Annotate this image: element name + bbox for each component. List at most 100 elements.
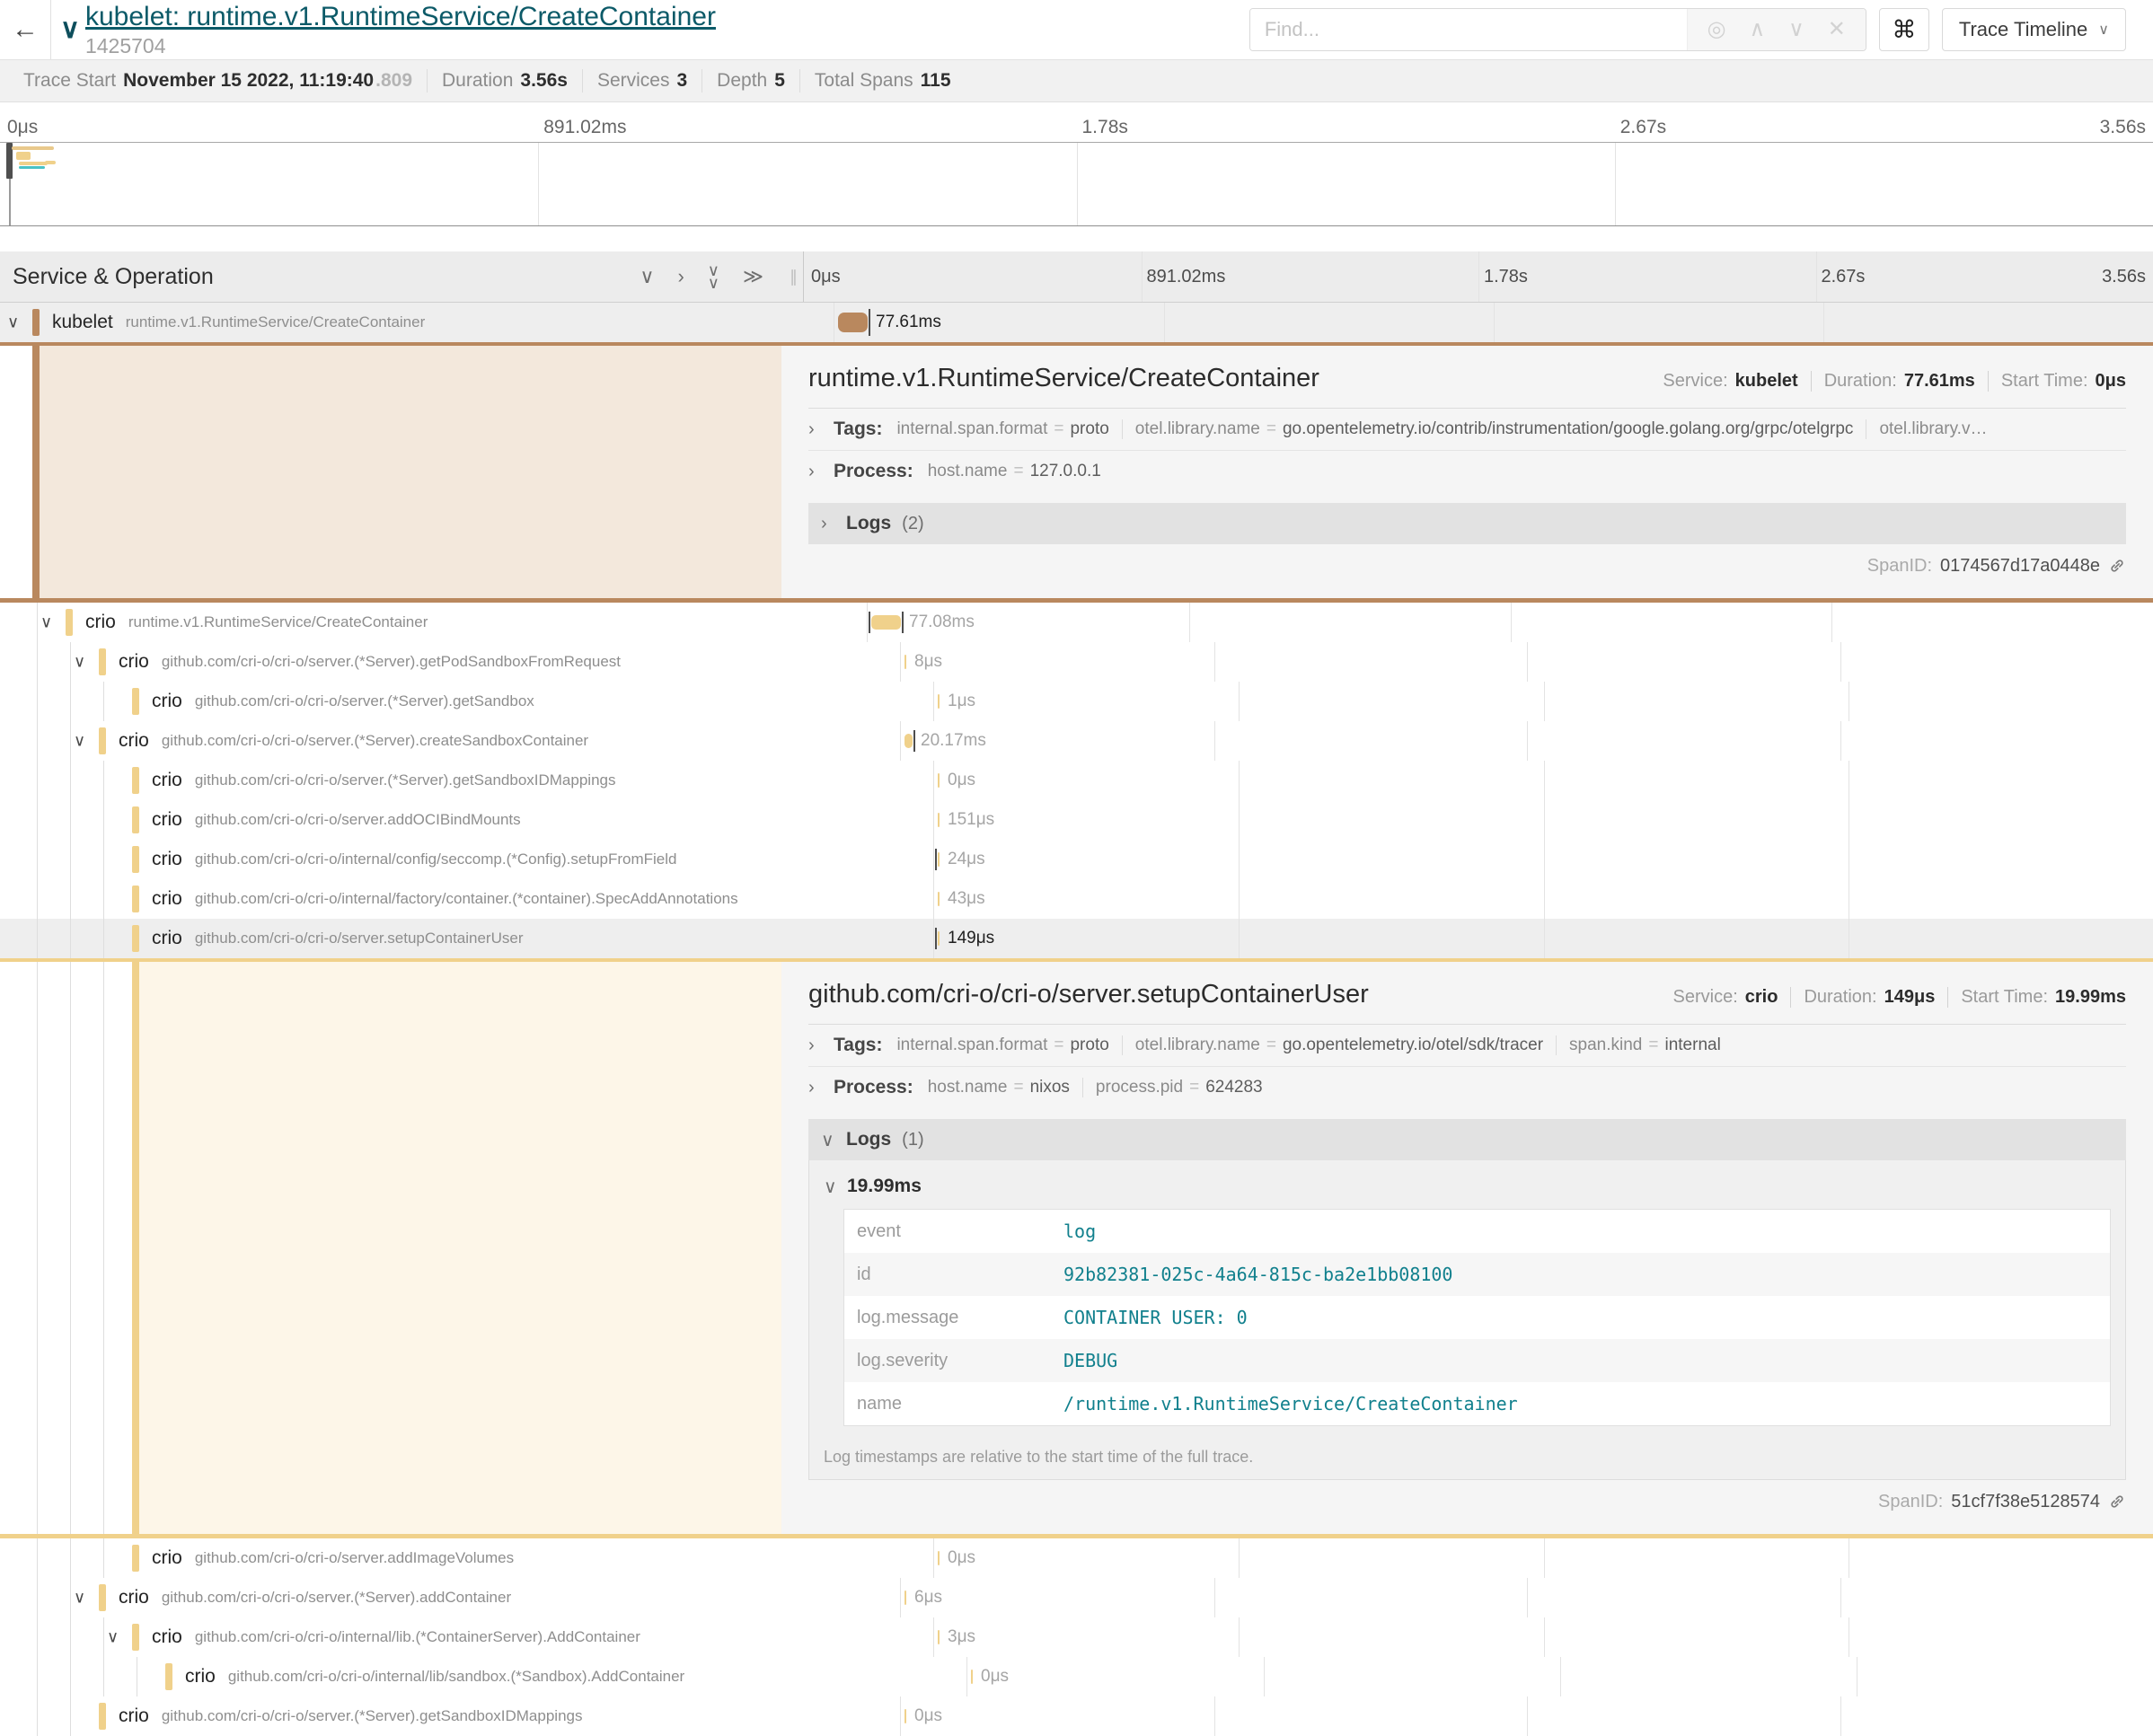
span-name-cell[interactable]: ∨criogithub.com/cri-o/cri-o/server.(*Ser… xyxy=(0,642,901,682)
duration-bar[interactable] xyxy=(871,615,901,630)
chevron-right-icon[interactable]: › xyxy=(808,1078,823,1098)
span-name-cell[interactable]: criogithub.com/cri-o/cri-o/server.(*Serv… xyxy=(0,682,934,721)
column-resizer-grip[interactable]: ∥ xyxy=(790,268,798,286)
span-row[interactable]: criogithub.com/cri-o/cri-o/internal/lib/… xyxy=(0,1657,2153,1696)
span-name-cell[interactable]: criogithub.com/cri-o/cri-o/server.addOCI… xyxy=(0,800,934,840)
process-row[interactable]: › Process: host.name=127.0.0.1 xyxy=(808,451,2126,492)
chevron-right-icon[interactable]: › xyxy=(808,462,823,482)
span-row[interactable]: ∨criogithub.com/cri-o/cri-o/server.(*Ser… xyxy=(0,642,2153,682)
span-row[interactable]: criogithub.com/cri-o/cri-o/server.(*Serv… xyxy=(0,1696,2153,1736)
span-row[interactable]: criogithub.com/cri-o/cri-o/internal/fact… xyxy=(0,879,2153,919)
span-timeline-cell[interactable]: 20.17ms xyxy=(901,721,2153,761)
duration-bar[interactable] xyxy=(938,773,940,788)
duration-bar[interactable] xyxy=(904,655,906,669)
span-timeline-cell[interactable]: 8μs xyxy=(901,642,2153,682)
span-row[interactable]: criogithub.com/cri-o/cri-o/server.(*Serv… xyxy=(0,682,2153,721)
span-row[interactable]: ∨crioruntime.v1.RuntimeService/CreateCon… xyxy=(0,603,2153,642)
view-selector-button[interactable]: Trace Timeline ∨ xyxy=(1942,8,2126,51)
span-row[interactable]: criogithub.com/cri-o/cri-o/server.(*Serv… xyxy=(0,761,2153,800)
span-timeline-cell[interactable]: 151μs xyxy=(934,800,2153,840)
trace-title-link[interactable]: kubelet: runtime.v1.RuntimeService/Creat… xyxy=(85,2,716,33)
span-timeline-cell[interactable]: 1μs xyxy=(934,682,2153,721)
span-timeline-cell[interactable]: 0μs xyxy=(934,1538,2153,1578)
span-timeline-cell[interactable]: 0μs xyxy=(967,1657,2153,1696)
span-name-cell[interactable]: criogithub.com/cri-o/cri-o/server.(*Serv… xyxy=(0,761,934,800)
tags-row[interactable]: › Tags: internal.span.format=protootel.l… xyxy=(808,1025,2126,1067)
process-row[interactable]: › Process: host.name=nixosprocess.pid=62… xyxy=(808,1067,2126,1108)
duration-bar[interactable] xyxy=(838,313,868,332)
locate-icon[interactable]: ◎ xyxy=(1707,19,1726,40)
span-row[interactable]: ∨criogithub.com/cri-o/cri-o/server.(*Ser… xyxy=(0,721,2153,761)
duration-bar[interactable] xyxy=(971,1670,973,1684)
span-timeline-cell[interactable]: 77.61ms xyxy=(834,303,2153,342)
minimap-canvas[interactable] xyxy=(0,142,2153,226)
link-icon[interactable] xyxy=(2108,1493,2126,1511)
span-name-cell[interactable]: criogithub.com/cri-o/cri-o/server.addIma… xyxy=(0,1538,934,1578)
back-button[interactable]: ← xyxy=(0,0,50,59)
duration-bar[interactable] xyxy=(904,1591,906,1605)
span-row[interactable]: criogithub.com/cri-o/cri-o/internal/conf… xyxy=(0,840,2153,879)
span-name-cell[interactable]: criogithub.com/cri-o/cri-o/server.setupC… xyxy=(0,919,934,958)
link-icon[interactable] xyxy=(2108,557,2126,575)
span-timeline-cell[interactable]: 3μs xyxy=(934,1617,2153,1657)
span-row[interactable]: ∨criogithub.com/cri-o/cri-o/internal/lib… xyxy=(0,1617,2153,1657)
chevron-down-icon[interactable]: ∨ xyxy=(1788,19,1804,40)
chevron-up-icon[interactable]: ∧ xyxy=(1750,19,1766,40)
span-timeline-cell[interactable]: 43μs xyxy=(934,879,2153,919)
span-timeline-cell[interactable]: 77.08ms xyxy=(868,603,2153,642)
keyboard-shortcuts-button[interactable]: ⌘ xyxy=(1879,8,1929,51)
chevron-right-icon[interactable]: › xyxy=(808,1035,823,1056)
span-name-cell[interactable]: ∨crioruntime.v1.RuntimeService/CreateCon… xyxy=(0,603,868,642)
span-timeline-cell[interactable]: 24μs xyxy=(934,840,2153,879)
span-row[interactable]: ∨kubeletruntime.v1.RuntimeService/Create… xyxy=(0,303,2153,342)
span-name-cell[interactable]: criogithub.com/cri-o/cri-o/internal/fact… xyxy=(0,879,934,919)
expand-all-icon[interactable]: ≫ xyxy=(743,267,763,286)
logs-toggle-band[interactable]: › Logs (2) xyxy=(808,503,2126,544)
chevron-down-icon[interactable]: ∨ xyxy=(74,653,85,672)
depth-label: Depth xyxy=(717,70,767,92)
chevron-down-icon[interactable]: ∨ xyxy=(40,613,52,632)
duration-bar[interactable] xyxy=(938,694,940,709)
close-icon[interactable]: ✕ xyxy=(1828,19,1846,40)
span-name-cell[interactable]: ∨kubeletruntime.v1.RuntimeService/Create… xyxy=(0,303,834,342)
tags-row[interactable]: › Tags: internal.span.format=protootel.l… xyxy=(808,409,2126,451)
span-timeline-cell[interactable]: 0μs xyxy=(901,1696,2153,1736)
chevron-down-icon[interactable]: ∨ xyxy=(74,1589,85,1608)
duration-label: Duration: xyxy=(1804,987,1876,1008)
logs-toggle-band[interactable]: ∨ Logs (1) xyxy=(808,1119,2126,1160)
span-name-cell[interactable]: ∨criogithub.com/cri-o/cri-o/server.(*Ser… xyxy=(0,1578,901,1617)
span-row[interactable]: ∨criogithub.com/cri-o/cri-o/server.(*Ser… xyxy=(0,1578,2153,1617)
duration-bar[interactable] xyxy=(938,813,940,827)
log-timestamp-toggle[interactable]: ∨ 19.99ms xyxy=(824,1171,2111,1202)
span-color-bar xyxy=(99,1584,106,1611)
span-row[interactable]: criogithub.com/cri-o/cri-o/server.addIma… xyxy=(0,1538,2153,1578)
duration-bar[interactable] xyxy=(938,892,940,906)
chevron-down-icon[interactable]: ∨ xyxy=(74,732,85,751)
expand-one-icon[interactable]: › xyxy=(677,267,684,286)
span-timeline-cell[interactable]: 149μs xyxy=(934,919,2153,958)
span-row[interactable]: criogithub.com/cri-o/cri-o/server.setupC… xyxy=(0,919,2153,958)
indent-guide xyxy=(70,840,71,879)
chevron-down-icon[interactable]: ∨ xyxy=(7,313,19,332)
duration-bar[interactable] xyxy=(938,852,940,867)
span-name-cell[interactable]: criogithub.com/cri-o/cri-o/internal/conf… xyxy=(0,840,934,879)
chevron-right-icon[interactable]: › xyxy=(808,419,823,440)
spanid-value: 0174567d17a0448e xyxy=(1940,556,2100,577)
span-name-cell[interactable]: ∨criogithub.com/cri-o/cri-o/server.(*Ser… xyxy=(0,721,901,761)
chevron-down-icon[interactable]: ∨ xyxy=(107,1628,119,1647)
duration-bar[interactable] xyxy=(904,734,913,748)
span-timeline-cell[interactable]: 0μs xyxy=(934,761,2153,800)
span-row[interactable]: criogithub.com/cri-o/cri-o/server.addOCI… xyxy=(0,800,2153,840)
duration-bar[interactable] xyxy=(938,931,940,946)
span-name-cell[interactable]: criogithub.com/cri-o/cri-o/server.(*Serv… xyxy=(0,1696,901,1736)
span-timeline-cell[interactable]: 6μs xyxy=(901,1578,2153,1617)
span-name-cell[interactable]: ∨criogithub.com/cri-o/cri-o/internal/lib… xyxy=(0,1617,934,1657)
duration-bar[interactable] xyxy=(904,1709,906,1723)
trace-collapse-chevron-icon[interactable]: ∨ xyxy=(51,16,85,43)
duration-bar[interactable] xyxy=(938,1551,940,1565)
span-name-cell[interactable]: criogithub.com/cri-o/cri-o/internal/lib/… xyxy=(0,1657,967,1696)
collapse-one-icon[interactable]: ∨ xyxy=(640,267,654,286)
collapse-all-icon[interactable]: ∨∨ xyxy=(708,262,719,291)
duration-bar[interactable] xyxy=(938,1630,940,1644)
find-input[interactable] xyxy=(1250,9,1687,50)
